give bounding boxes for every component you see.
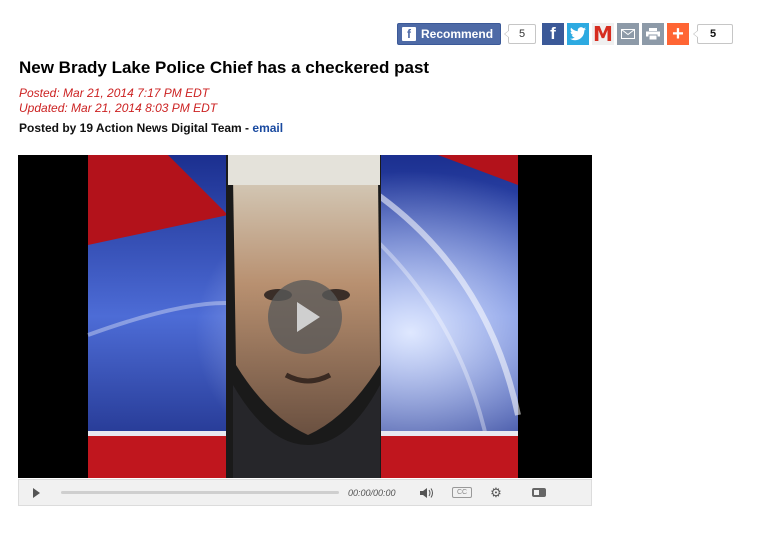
byline: Posted by 19 Action News Digital Team - … xyxy=(19,121,283,135)
gmail-icon[interactable]: M xyxy=(592,22,614,46)
updated-timestamp: Updated: Mar 21, 2014 8:03 PM EDT xyxy=(19,101,218,115)
fullscreen-icon[interactable] xyxy=(528,480,550,506)
play-icon[interactable] xyxy=(23,480,49,506)
byline-text: Posted by 19 Action News Digital Team - xyxy=(19,121,253,135)
article-headline: New Brady Lake Police Chief has a checke… xyxy=(19,58,430,77)
facebook-f-icon: f xyxy=(402,27,416,41)
email-icon[interactable] xyxy=(617,23,639,45)
email-link[interactable]: email xyxy=(252,121,283,135)
play-button-overlay[interactable] xyxy=(268,280,342,354)
addthis-plus-icon[interactable]: + xyxy=(667,23,689,45)
facebook-recommend-button[interactable]: f Recommend xyxy=(397,23,501,45)
recommend-count: 5 xyxy=(504,24,536,44)
captions-icon[interactable]: CC xyxy=(450,480,474,506)
print-icon[interactable] xyxy=(642,23,664,45)
share-bar: f Recommend 5 f M + 5 xyxy=(397,22,733,46)
video-controls: 00:00/00:00 CC ⚙ xyxy=(18,479,592,506)
share-count: 5 xyxy=(693,24,733,44)
recommend-label: Recommend xyxy=(421,27,494,41)
progress-scrubber[interactable] xyxy=(61,491,339,494)
volume-icon[interactable] xyxy=(418,480,436,506)
facebook-icon[interactable]: f xyxy=(542,23,564,45)
time-display: 00:00/00:00 xyxy=(348,487,396,498)
posted-timestamp: Posted: Mar 21, 2014 7:17 PM EDT xyxy=(19,86,210,100)
video-player[interactable] xyxy=(18,155,592,478)
twitter-icon[interactable] xyxy=(567,23,589,45)
gear-icon[interactable]: ⚙ xyxy=(488,480,504,506)
